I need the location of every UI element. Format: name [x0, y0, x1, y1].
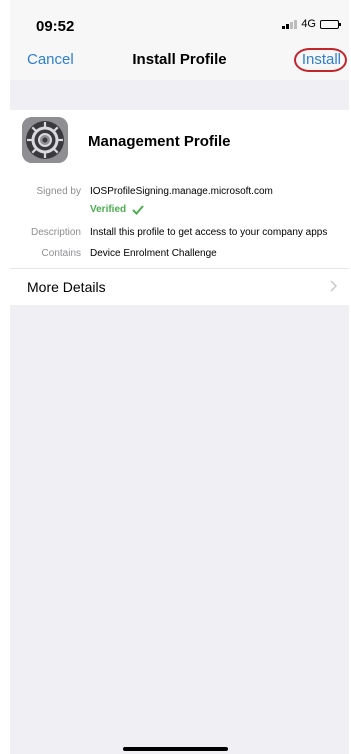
contains-value: Device Enrolment Challenge	[90, 248, 217, 259]
verified-status: Verified	[90, 204, 144, 215]
install-button[interactable]: Install	[293, 48, 347, 72]
more-details-label: More Details	[27, 279, 106, 295]
settings-gear-icon	[22, 117, 68, 163]
network-type: 4G	[301, 18, 316, 30]
contains-label: Contains	[41, 248, 81, 259]
header: 09:52 4G Cancel Install Profile Install	[10, 0, 349, 80]
signal-icon	[282, 19, 298, 29]
status-indicators: 4G	[282, 18, 341, 30]
home-indicator[interactable]	[123, 747, 228, 751]
description-label: Description	[30, 227, 81, 238]
status-time: 09:52	[36, 18, 75, 35]
description-value: Install this profile to get access to yo…	[90, 227, 328, 238]
checkmark-icon	[132, 204, 144, 215]
signed-by-value: IOSProfileSigning.manage.microsoft.com	[90, 186, 273, 197]
screen: 09:52 4G Cancel Install Profile Install	[10, 0, 349, 754]
chevron-right-icon	[330, 280, 337, 292]
signed-by-label: Signed by	[36, 186, 81, 197]
verified-label: Verified	[90, 204, 127, 215]
battery-icon	[320, 19, 341, 29]
more-details-row[interactable]: More Details	[10, 268, 349, 305]
profile-name: Management Profile	[88, 133, 231, 150]
